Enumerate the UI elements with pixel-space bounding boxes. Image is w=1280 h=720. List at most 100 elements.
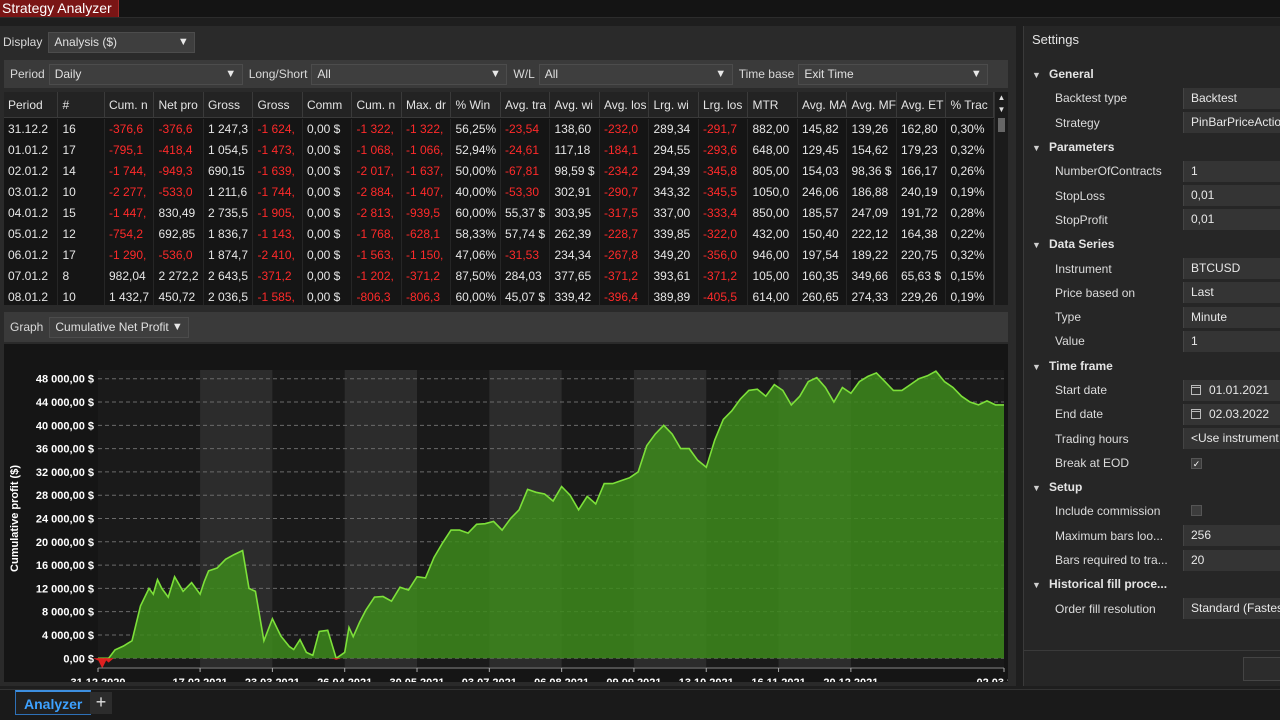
table-cell: 0,00 $ bbox=[303, 182, 353, 203]
wl-value: All bbox=[544, 66, 559, 81]
column-header[interactable]: Cum. n bbox=[105, 92, 155, 118]
checkbox[interactable] bbox=[1191, 504, 1202, 516]
column-header[interactable]: Gross bbox=[204, 92, 254, 118]
table-cell: 0,00 $ bbox=[303, 140, 353, 161]
column-header[interactable]: Avg. tra bbox=[501, 92, 551, 118]
window-title[interactable]: Strategy Analyzer bbox=[0, 0, 119, 17]
property-value[interactable]: PinBarPriceAction bbox=[1183, 112, 1280, 134]
column-header[interactable]: Avg. MA bbox=[798, 92, 848, 118]
tab-analyzer[interactable]: Analyzer bbox=[15, 690, 92, 715]
table-cell: 882,00 bbox=[748, 119, 798, 140]
graph-dropdown[interactable]: Cumulative Net Profit ▼ bbox=[49, 316, 190, 338]
table-cell: -228,7 bbox=[600, 224, 650, 245]
table-cell: 377,65 bbox=[550, 266, 600, 287]
column-header[interactable]: Lrg. los bbox=[699, 92, 749, 118]
table-cell: 47,06% bbox=[451, 245, 501, 266]
column-header[interactable]: Avg. ET bbox=[897, 92, 947, 118]
property-value[interactable]: <Use instrument settings> bbox=[1183, 428, 1280, 450]
column-header[interactable]: Avg. los bbox=[600, 92, 650, 118]
settings-category-label: Data Series bbox=[1049, 237, 1115, 252]
table-cell: -356,0 bbox=[699, 245, 749, 266]
property-value[interactable]: 0,01 bbox=[1183, 185, 1280, 207]
property-value[interactable]: Backtest bbox=[1183, 87, 1280, 109]
table-row[interactable]: 04.01.2 15 -1 447, 830,49 2 735,5 -1 905, 0,00… bbox=[4, 203, 994, 224]
table-cell: 1 432,7 bbox=[105, 287, 155, 305]
property-value[interactable]: 1 bbox=[1183, 160, 1280, 182]
collapse-triangle-icon[interactable]: ▼ bbox=[1032, 143, 1049, 153]
calendar-icon[interactable] bbox=[1191, 384, 1201, 395]
settings-category[interactable]: ▼ General bbox=[1024, 62, 1280, 86]
property-value[interactable]: Minute bbox=[1183, 306, 1280, 328]
table-cell: -1 322, bbox=[352, 119, 402, 140]
column-header[interactable]: Avg. MF bbox=[847, 92, 897, 118]
table-row[interactable]: 08.01.2 10 1 432,7 450,72 2 036,5 -1 585, 0,00… bbox=[4, 287, 994, 305]
date-field[interactable]: 01.01.2021 bbox=[1183, 379, 1280, 401]
x-tick-label: 09.09.2021 bbox=[606, 677, 661, 682]
table-cell: -184,1 bbox=[600, 140, 650, 161]
add-tab-button[interactable]: + bbox=[90, 692, 112, 714]
settings-category[interactable]: ▼ Setup bbox=[1024, 475, 1280, 499]
table-cell: 10 bbox=[58, 182, 105, 203]
column-header[interactable]: Avg. wi bbox=[550, 92, 600, 118]
property-value[interactable]: 256 bbox=[1183, 525, 1280, 547]
longshort-dropdown[interactable]: All ▼ bbox=[311, 63, 508, 85]
checkbox[interactable]: ✓ bbox=[1191, 458, 1202, 470]
display-row: Display Analysis ($) ▼ bbox=[3, 31, 196, 53]
scroll-down-icon[interactable]: ▼ bbox=[995, 104, 1008, 116]
collapse-triangle-icon[interactable]: ▼ bbox=[1032, 70, 1049, 80]
column-header[interactable]: Comm bbox=[303, 92, 353, 118]
period-dropdown[interactable]: Daily ▼ bbox=[48, 63, 243, 85]
scroll-up-icon[interactable]: ▲ bbox=[995, 92, 1008, 104]
property-value[interactable]: 1 bbox=[1183, 330, 1280, 352]
table-row[interactable]: 06.01.2 17 -1 290, -536,0 1 874,7 -2 410, 0,00… bbox=[4, 245, 994, 266]
settings-category[interactable]: ▼ Data Series bbox=[1024, 232, 1280, 256]
date-field[interactable]: 02.03.2022 bbox=[1183, 403, 1280, 425]
scroll-thumb[interactable] bbox=[998, 118, 1005, 132]
graph-bar: Graph Cumulative Net Profit ▼ bbox=[4, 312, 1008, 342]
settings-category[interactable]: ▼ Historical fill proce... bbox=[1024, 572, 1280, 596]
column-header[interactable]: Period bbox=[4, 92, 59, 118]
column-header[interactable]: Lrg. wi bbox=[649, 92, 699, 118]
collapse-triangle-icon[interactable]: ▼ bbox=[1032, 483, 1049, 493]
property-value[interactable]: 20 bbox=[1183, 549, 1280, 571]
column-header[interactable]: Cum. n bbox=[352, 92, 402, 118]
table-cell: 58,33% bbox=[451, 224, 501, 245]
wl-dropdown[interactable]: All ▼ bbox=[538, 63, 733, 85]
column-header[interactable]: Max. dr bbox=[402, 92, 452, 118]
cumulative-profit-chart[interactable]: 0,00 $ 4 000,00 $ 8 000,00 $ 12 000,00 $ 16 … bbox=[4, 344, 1032, 702]
settings-category[interactable]: ▼ Time frame bbox=[1024, 354, 1280, 378]
column-header[interactable]: Net pro bbox=[154, 92, 204, 118]
table-cell: -345,8 bbox=[699, 161, 749, 182]
display-dropdown[interactable]: Analysis ($) ▼ bbox=[48, 31, 196, 53]
y-tick-label: 36 000,00 $ bbox=[36, 444, 94, 456]
settings-category-header: ▼ Historical fill proce... bbox=[1024, 577, 1167, 591]
column-header[interactable]: MTR bbox=[748, 92, 798, 118]
table-row[interactable]: 07.01.2 8 982,04 2 272,2 2 643,5 -371,2 0,00 $… bbox=[4, 266, 994, 287]
calendar-icon[interactable] bbox=[1191, 408, 1201, 419]
column-header[interactable]: Gross bbox=[253, 92, 303, 118]
table-cell: -949,3 bbox=[154, 161, 204, 182]
table-row[interactable]: 03.01.2 10 -2 277, -533,0 1 211,6 -1 744, 0,00… bbox=[4, 182, 994, 203]
collapse-triangle-icon[interactable]: ▼ bbox=[1032, 580, 1049, 590]
collapse-triangle-icon[interactable]: ▼ bbox=[1032, 240, 1049, 250]
table-cell: -1 066, bbox=[402, 140, 452, 161]
column-header[interactable]: % Trac bbox=[946, 92, 994, 118]
settings-category[interactable]: ▼ Parameters bbox=[1024, 135, 1280, 159]
run-button[interactable] bbox=[1243, 657, 1280, 681]
table-row[interactable]: 01.01.2 17 -795,1 -418,4 1 054,5 -1 473, 0,00 … bbox=[4, 140, 994, 161]
table-row[interactable]: 02.01.2 14 -1 744, -949,3 690,15 -1 639, 0,00 … bbox=[4, 161, 994, 182]
property-value[interactable]: Last bbox=[1183, 282, 1280, 304]
settings-category-label: Parameters bbox=[1049, 140, 1115, 155]
chevron-down-icon: ▼ bbox=[171, 320, 183, 333]
property-value[interactable]: BTCUSD bbox=[1183, 258, 1280, 280]
property-value[interactable]: 0,01 bbox=[1183, 209, 1280, 231]
grid-scrollbar[interactable]: ▲ ▼ bbox=[994, 92, 1008, 305]
collapse-triangle-icon[interactable]: ▼ bbox=[1032, 362, 1049, 372]
table-row[interactable]: 05.01.2 12 -754,2 692,85 1 836,7 -1 143, 0,00 … bbox=[4, 224, 994, 245]
column-header[interactable]: % Win bbox=[451, 92, 501, 118]
table-row[interactable]: 31.12.2 16 -376,6 -376,6 1 247,3 -1 624, 0,00 … bbox=[4, 119, 994, 140]
column-header[interactable]: # bbox=[58, 92, 105, 118]
table-cell: 302,91 bbox=[550, 182, 600, 203]
property-value[interactable]: Standard (Fastest) bbox=[1183, 598, 1280, 620]
timebase-dropdown[interactable]: Exit Time ▼ bbox=[798, 63, 989, 85]
